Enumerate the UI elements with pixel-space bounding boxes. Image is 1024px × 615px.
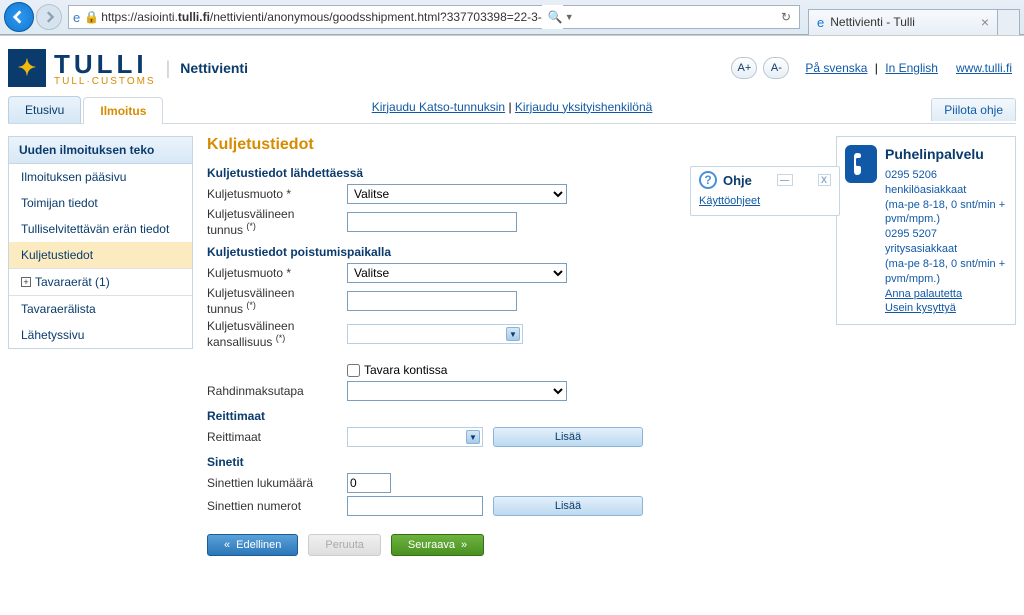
label-route: Reittimaat (207, 430, 347, 444)
label-container: Tavara kontissa (364, 363, 447, 377)
sidebar-item-lahetys[interactable]: Lähetyssivu (9, 322, 192, 348)
help-link[interactable]: Käyttöohjeet (699, 195, 831, 207)
lock-icon: 🔒 (84, 10, 99, 24)
section-heading-route: Reittimaat (207, 409, 822, 423)
nav-back-button[interactable] (4, 2, 34, 32)
tab-ilmoitus[interactable]: Ilmoitus (83, 97, 163, 124)
browser-chrome: e 🔒 https://asiointi.tulli.fi/nettivient… (0, 0, 1024, 35)
sidebar-item-tavaraeralista[interactable]: Tavaraerälista (9, 296, 192, 322)
tab-close-icon[interactable]: × (981, 14, 989, 30)
phone-line-2a: 0295 5207 yritysasiakkaat (885, 227, 1007, 257)
select-transport-mode-dep[interactable]: Valitse (347, 184, 567, 204)
phone-title: Puhelinpalvelu (885, 145, 1007, 164)
select-freight[interactable] (347, 381, 567, 401)
sidebar-item-tavaraerat[interactable]: + Tavaraerät (1) (9, 268, 192, 296)
input-seal-numbers[interactable] (347, 496, 483, 516)
search-icon[interactable]: 🔍 (542, 5, 563, 29)
logo-subtext: TULL·CUSTOMS (54, 76, 156, 87)
url-dropdown-icon[interactable]: ▼ (563, 12, 580, 22)
cancel-button[interactable]: Peruuta (308, 534, 381, 556)
add-route-button[interactable]: Lisää (493, 427, 643, 447)
hide-help-button[interactable]: Piilota ohje (931, 98, 1016, 121)
expand-icon[interactable]: + (21, 277, 31, 287)
combo-transport-nationality[interactable]: ▼ (347, 324, 523, 344)
label-seal-count: Sinettien lukumäärä (207, 476, 347, 490)
label-transport-mode-dep: Kuljetusmuoto * (207, 187, 347, 201)
label-freight: Rahdinmaksutapa (207, 384, 347, 398)
tab-etusivu[interactable]: Etusivu (8, 96, 81, 123)
label-transport-id-exit: Kuljetusvälineen tunnus (*) (207, 286, 347, 316)
chevron-down-icon: ▼ (506, 327, 520, 341)
label-transport-nationality: Kuljetusvälineen kansallisuus (*) (207, 319, 347, 349)
input-transport-id-exit[interactable] (347, 291, 517, 311)
font-decrease-button[interactable]: A- (763, 57, 789, 79)
app-title: Nettivienti (180, 60, 248, 76)
help-panel: ? Ohje — X Käyttöohjeet (690, 166, 840, 216)
nav-tabs: Etusivu Ilmoitus Kirjaudu Katso-tunnuksi… (8, 96, 1016, 124)
phone-line-2b: (ma-pe 8-18, 0 snt/min + pvm/mpm.) (885, 257, 1007, 287)
font-increase-button[interactable]: A+ (731, 57, 757, 79)
faq-link[interactable]: Usein kysyttyä (885, 302, 956, 314)
section-heading-seals: Sinetit (207, 455, 822, 469)
select-transport-mode-exit[interactable]: Valitse (347, 263, 567, 283)
new-tab-button[interactable] (998, 9, 1020, 35)
help-minimize-icon[interactable]: — (777, 174, 793, 186)
sidebar: Uuden ilmoituksen teko Ilmoituksen pääsi… (8, 136, 193, 349)
sidebar-item-paasivu[interactable]: Ilmoituksen pääsivu (9, 164, 192, 190)
logo-icon: ✦ (8, 49, 46, 87)
lang-sv-link[interactable]: På svenska (805, 61, 867, 75)
phone-icon (845, 145, 877, 183)
info-icon: ? (699, 171, 717, 189)
help-title: Ohje (723, 173, 752, 188)
section-heading-exit: Kuljetustiedot poistumispaikalla (207, 245, 822, 259)
content: Kuljetustiedot ? Ohje — X Käyttöohjeet K… (207, 136, 822, 556)
nav-forward-button[interactable] (36, 4, 62, 30)
lang-en-link[interactable]: In English (885, 61, 938, 75)
refresh-icon[interactable]: ↻ (777, 10, 795, 24)
tab-title: Nettivienti - Tulli (830, 15, 975, 29)
login-katso-link[interactable]: Kirjaudu Katso-tunnuksin (372, 100, 505, 114)
prev-button[interactable]: « Edellinen (207, 534, 298, 556)
page-title: Kuljetustiedot (207, 136, 822, 154)
phone-line-1b: (ma-pe 8-18, 0 snt/min + pvm/mpm.) (885, 198, 1007, 228)
chevron-down-icon: ▼ (466, 430, 480, 444)
label-transport-mode-exit: Kuljetusmuoto * (207, 266, 347, 280)
login-private-link[interactable]: Kirjaudu yksityishenkilönä (515, 100, 652, 114)
sidebar-title: Uuden ilmoituksen teko (9, 137, 192, 164)
input-transport-id-dep[interactable] (347, 212, 517, 232)
site-link[interactable]: www.tulli.fi (956, 61, 1012, 75)
label-transport-id-dep: Kuljetusvälineen tunnus (*) (207, 207, 347, 237)
sidebar-item-toimijan[interactable]: Toimijan tiedot (9, 190, 192, 216)
sidebar-item-tulliselv[interactable]: Tulliselvitettävän erän tiedot (9, 216, 192, 242)
chevron-left-icon: « (224, 539, 230, 551)
label-seal-numbers: Sinettien numerot (207, 499, 347, 513)
next-button[interactable]: Seuraava » (391, 534, 484, 556)
url-bar[interactable]: e 🔒 https://asiointi.tulli.fi/nettivient… (68, 5, 800, 29)
phone-service-panel: Puhelinpalvelu 0295 5206 henkilöasiakkaa… (836, 136, 1016, 325)
phone-line-1a: 0295 5206 henkilöasiakkaat (885, 168, 1007, 198)
feedback-link[interactable]: Anna palautetta (885, 288, 962, 300)
sidebar-item-kuljetus[interactable]: Kuljetustiedot (9, 242, 192, 268)
logo[interactable]: ✦ TULLI TULL·CUSTOMS (8, 49, 156, 87)
url-text: https://asiointi.tulli.fi/nettivienti/an… (101, 10, 542, 24)
add-seal-button[interactable]: Lisää (493, 496, 643, 516)
page-header: ✦ TULLI TULL·CUSTOMS | Nettivienti A+ A-… (8, 36, 1016, 96)
combo-route-country[interactable]: ▼ (347, 427, 483, 447)
chevron-right-icon: » (461, 539, 467, 551)
help-close-icon[interactable]: X (818, 174, 831, 186)
ie-icon: e (73, 10, 80, 25)
browser-tab[interactable]: e Nettivienti - Tulli × (808, 9, 998, 35)
checkbox-container[interactable] (347, 364, 360, 377)
input-seal-count[interactable] (347, 473, 391, 493)
favicon-icon: e (817, 15, 824, 30)
